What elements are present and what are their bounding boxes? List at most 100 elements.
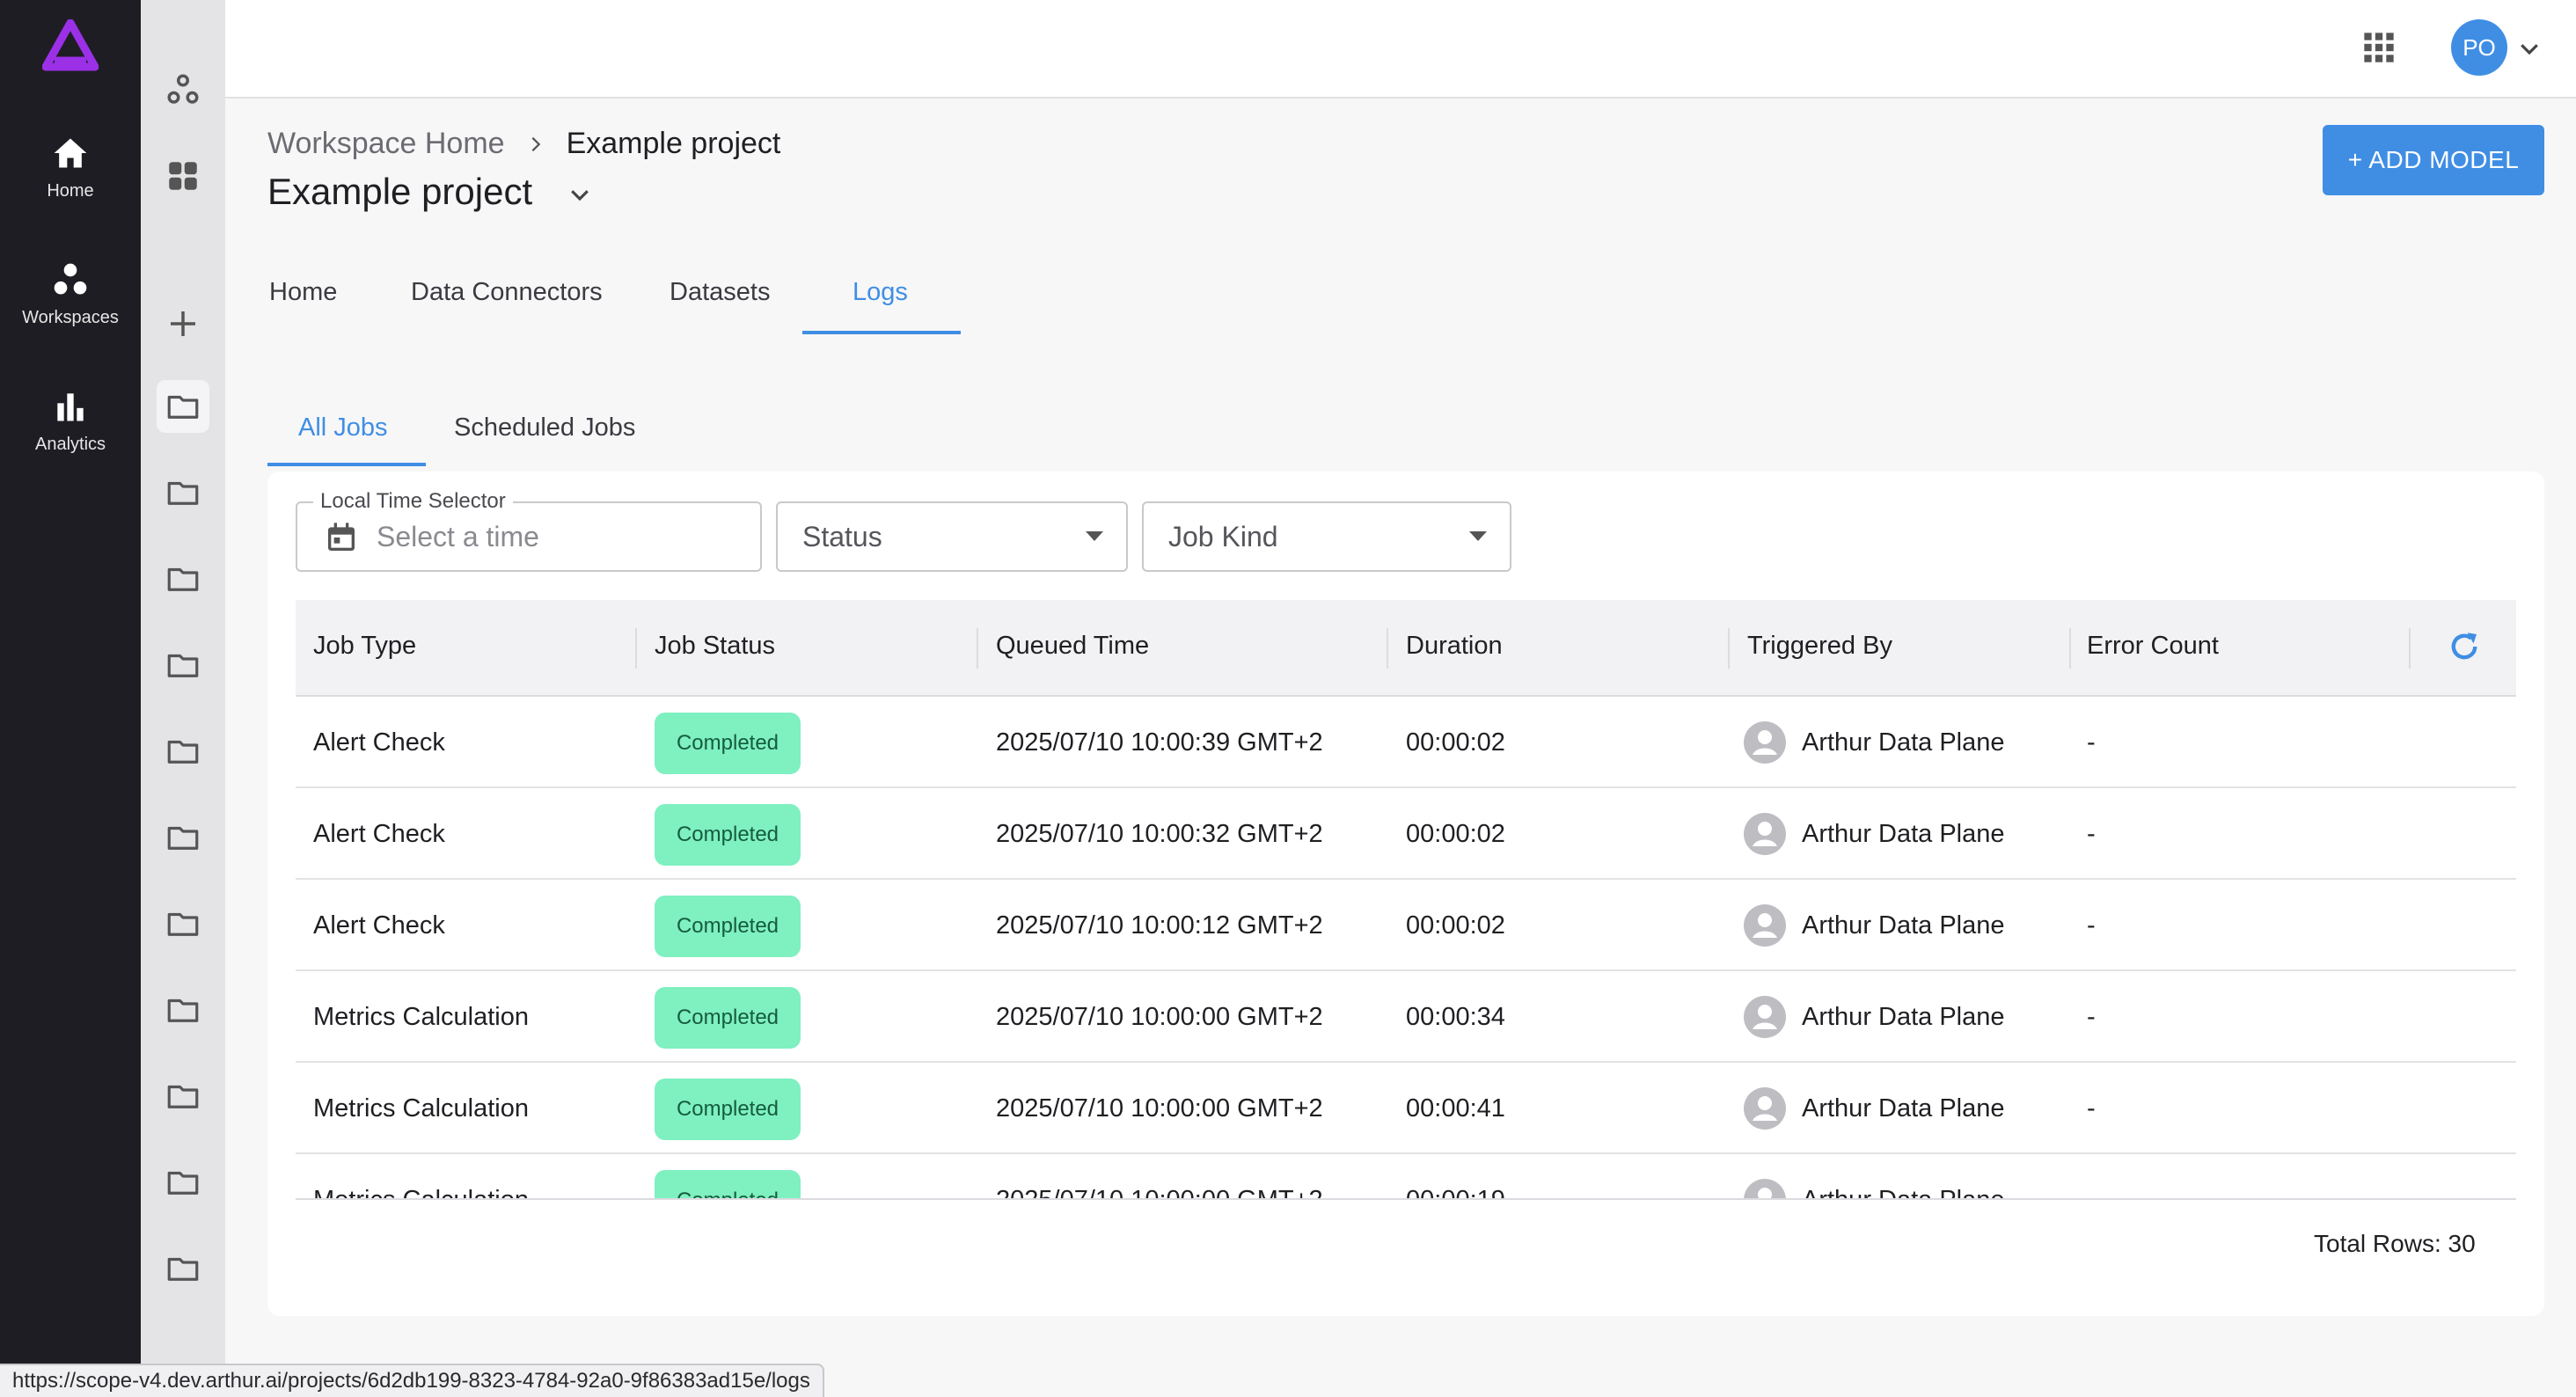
add-project-button[interactable] [157,297,209,350]
dashboard-grid-icon [169,162,197,190]
job-type-cell: Alert Check [313,820,445,848]
column-header-duration[interactable]: Duration [1406,632,1503,661]
error-count-cell: - [2087,820,2096,848]
analytics-icon [57,393,84,421]
project-folder-button[interactable] [157,1156,209,1209]
tab-datasets[interactable]: Datasets [670,278,770,307]
table-header: Job Type Job Status Queued Time Duration… [296,600,2516,697]
status-badge: Completed [655,987,801,1049]
refresh-icon[interactable] [2446,628,2483,665]
secondary-sidebar [141,0,225,1397]
tab-logs[interactable]: Logs [853,278,908,307]
subtab-scheduled-jobs[interactable]: Scheduled Jobs [454,413,635,443]
error-count-cell: - [2087,728,2096,757]
job-type-cell: Metrics Calculation [313,1186,529,1198]
table-body: Alert Check Completed 2025/07/10 10:00:39 … [296,697,2516,1198]
triggered-by-cell: Arthur Data Plane [1802,911,2005,940]
triggered-by-cell: Arthur Data Plane [1802,1186,2005,1198]
table-row[interactable]: Metrics Calculation Completed 2025/07/10 1… [296,1063,2516,1154]
triggered-by-cell: Arthur Data Plane [1802,1003,2005,1031]
triggered-by-cell: Arthur Data Plane [1802,728,2005,757]
dropdown-arrow-icon [1469,531,1487,541]
job-kind-select[interactable]: Job Kind [1142,501,1511,572]
workspace-tree-icon [167,74,199,104]
folder-icon [167,1085,199,1108]
arthur-logo[interactable] [42,19,99,72]
error-count-cell: - [2087,1186,2096,1198]
project-folder-button[interactable] [157,1242,209,1295]
nav-home[interactable]: Home [0,134,141,201]
table-row[interactable]: Metrics Calculation Completed 2025/07/10 1… [296,1154,2516,1198]
workspaces-icon [54,263,87,295]
time-selector-label: Local Time Selector [313,489,513,514]
error-count-cell: - [2087,911,2096,940]
project-folder-button[interactable] [157,639,209,691]
project-folder-button[interactable] [157,984,209,1036]
column-divider [1387,628,1388,669]
duration-cell: 00:00:02 [1406,820,1505,848]
chevron-right-icon [531,136,540,151]
status-badge: Completed [655,1170,801,1198]
queued-time-cell: 2025/07/10 10:00:32 GMT+2 [996,820,1323,848]
nav-analytics[interactable]: Analytics [0,387,141,455]
user-avatar-icon [1744,1087,1786,1130]
workspace-tree-button[interactable] [157,63,209,116]
error-count-cell: - [2087,1094,2096,1123]
status-select[interactable]: Status [776,501,1128,572]
queued-time-cell: 2025/07/10 10:00:00 GMT+2 [996,1003,1323,1031]
project-folder-button[interactable] [157,897,209,950]
page-title: Example project [267,171,533,212]
apps-grid-icon[interactable] [2361,30,2397,65]
breadcrumb-workspace-home[interactable]: Workspace Home [267,127,505,161]
queued-time-cell: 2025/07/10 10:00:39 GMT+2 [996,728,1323,757]
folder-icon [167,1171,199,1195]
error-count-cell: - [2087,1003,2096,1031]
table-row[interactable]: Alert Check Completed 2025/07/10 10:00:12 … [296,880,2516,971]
user-avatar[interactable]: PO [2451,19,2507,76]
folder-icon [167,912,199,936]
column-header-queued-time[interactable]: Queued Time [996,632,1149,661]
folder-icon [167,395,199,419]
project-folder-button[interactable] [157,380,209,433]
folder-icon [167,826,199,850]
subtab-active-indicator [267,463,426,466]
time-selector-placeholder: Select a time [377,521,539,552]
queued-time-cell: 2025/07/10 10:00:00 GMT+2 [996,1094,1323,1123]
project-folder-button[interactable] [157,1070,209,1123]
user-avatar-icon [1744,721,1786,764]
dropdown-arrow-icon [1086,531,1103,541]
folder-icon [167,567,199,591]
duration-cell: 00:00:19 [1406,1186,1505,1198]
add-model-button[interactable]: + ADD MODEL [2323,125,2544,195]
column-header-error-count[interactable]: Error Count [2087,632,2219,661]
project-folder-button[interactable] [157,552,209,605]
nav-workspaces[interactable]: Workspaces [0,260,141,328]
column-divider [977,628,978,669]
column-header-job-status[interactable]: Job Status [655,632,775,661]
project-switch-chevron-icon[interactable] [567,181,593,208]
time-selector-input[interactable]: Local Time Selector Select a time [296,489,762,572]
user-avatar-icon [1744,813,1786,855]
subtab-all-jobs[interactable]: All Jobs [298,413,388,443]
job-type-cell: Metrics Calculation [313,1094,529,1123]
column-header-job-type[interactable]: Job Type [313,632,416,661]
project-folder-button[interactable] [157,811,209,864]
dashboard-button[interactable] [157,150,209,202]
table-row[interactable]: Alert Check Completed 2025/07/10 10:00:32 … [296,788,2516,880]
column-divider [635,628,637,669]
column-header-triggered-by[interactable]: Triggered By [1747,632,1892,661]
nav-home-label: Home [47,181,94,201]
status-badge: Completed [655,713,801,774]
chevron-down-icon[interactable] [2516,35,2543,62]
tab-home[interactable]: Home [269,278,337,307]
home-icon [54,138,87,168]
project-folder-button[interactable] [157,466,209,519]
job-type-cell: Alert Check [313,728,445,757]
table-row[interactable]: Metrics Calculation Completed 2025/07/10 1… [296,971,2516,1063]
project-folder-button[interactable] [157,725,209,778]
status-url: https://scope-v4.dev.arthur.ai/projects/… [0,1364,824,1397]
primary-sidebar: Home Workspaces Analytics [0,0,141,1397]
table-row[interactable]: Alert Check Completed 2025/07/10 10:00:39 … [296,697,2516,788]
column-divider [2409,628,2411,669]
tab-data-connectors[interactable]: Data Connectors [411,278,603,307]
